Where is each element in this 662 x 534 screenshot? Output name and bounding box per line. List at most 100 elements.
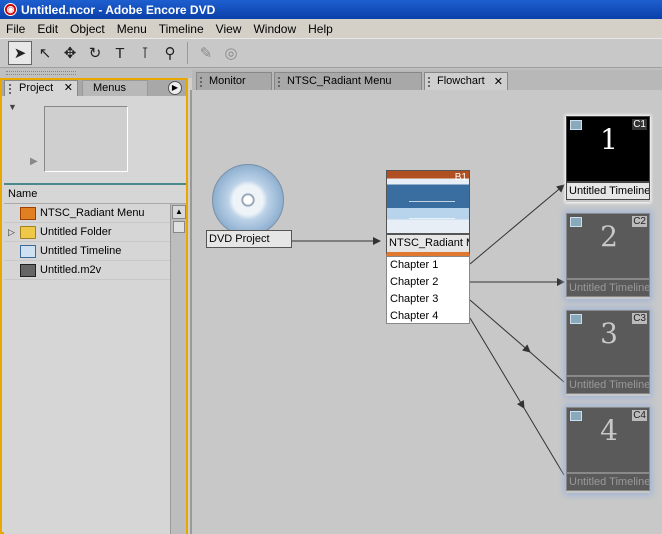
link-chapter3-to-timeline3 xyxy=(469,299,531,353)
tab-project[interactable]: Project ✕ xyxy=(4,80,78,96)
timeline-tag: C2 xyxy=(632,216,647,227)
dvd-project-node[interactable]: DVD Project xyxy=(206,162,292,252)
tab-flowchart-label: Flowchart xyxy=(437,75,485,87)
text-tool-icon[interactable]: T xyxy=(108,41,132,65)
project-panel-tabs: Project ✕ Menus ▶ xyxy=(2,80,186,96)
list-item[interactable]: Untitled Timeline xyxy=(4,242,170,261)
timeline-node-2[interactable]: 2 C2 Untitled Timeline xyxy=(566,213,650,299)
tab-menus[interactable]: Menus xyxy=(82,80,148,96)
title-bar: ◉ Untitled.ncor - Adobe Encore DVD xyxy=(0,0,662,19)
menu-thumbnail: B1 xyxy=(386,170,470,234)
panel-menu-icon[interactable]: ▶ xyxy=(168,81,182,95)
folder-icon xyxy=(20,225,36,239)
project-panel: Project ✕ Menus ▶ ▼ ▶ Name NTSC_Radiant … xyxy=(0,78,188,534)
tab-ntsc-radiant-menu-label: NTSC_Radiant Menu xyxy=(287,75,392,87)
tab-monitor-label: Monitor xyxy=(209,75,246,87)
timeline-tag: C4 xyxy=(632,410,647,421)
menu-bar: File Edit Object Menu Timeline View Wind… xyxy=(0,19,662,38)
tab-project-label: Project xyxy=(19,82,54,94)
tab-menus-label: Menus xyxy=(93,82,127,94)
timeline-icon xyxy=(20,244,36,258)
timeline-node-1[interactable]: 1 C1 Untitled Timeline xyxy=(566,116,650,202)
scroll-up-icon[interactable]: ▲ xyxy=(172,205,186,219)
vertical-scrollbar[interactable]: ▲ xyxy=(170,204,186,534)
editor-tabs: Monitor NTSC_Radiant Menu Flowchart ✕ xyxy=(192,70,662,90)
close-icon[interactable]: ✕ xyxy=(64,81,73,94)
list-item-label: Untitled Timeline xyxy=(40,245,122,257)
list-item[interactable]: NTSC_Radiant Menu xyxy=(4,204,170,223)
menu-icon xyxy=(20,206,36,220)
menu-window[interactable]: Window xyxy=(247,22,302,36)
flowchart-canvas[interactable]: DVD Project B1 NTSC_Radiant Menu Chapter… xyxy=(190,90,662,534)
link-chapter4-to-timeline4 xyxy=(469,317,525,409)
window-title: Untitled.ncor - Adobe Encore DVD xyxy=(21,2,216,17)
link-chapter1-to-timeline1 xyxy=(469,184,565,265)
timeline-label: Untitled Timeline xyxy=(566,473,650,491)
tab-grip-icon xyxy=(200,77,205,87)
menu-menu[interactable]: Menu xyxy=(111,22,153,36)
toolbar-separator xyxy=(187,42,188,64)
link-chapter4-tail xyxy=(523,407,565,476)
video-file-icon xyxy=(20,263,36,277)
encore-app-icon[interactable]: ◉ xyxy=(4,3,17,16)
list-item-label: NTSC_Radiant Menu xyxy=(40,207,145,219)
menu-tag: B1 xyxy=(454,172,467,183)
chapter-button-1[interactable]: Chapter 1 xyxy=(387,257,469,274)
menu-view[interactable]: View xyxy=(210,22,248,36)
collapse-triangle-icon[interactable]: ▼ xyxy=(8,102,17,112)
scroll-thumb[interactable] xyxy=(173,221,185,233)
link-chapter3-tail xyxy=(529,351,565,383)
tools-toolbar: ➤ ↖ ✥ ↻ T ⊺ ⚲ ✎ ◎ xyxy=(0,38,662,68)
menu-node-label: NTSC_Radiant Menu xyxy=(386,234,470,256)
tab-monitor[interactable]: Monitor xyxy=(196,72,272,90)
timeline-thumbnail: 3 C3 xyxy=(566,310,650,376)
menu-file[interactable]: File xyxy=(0,22,31,36)
tab-grip-icon xyxy=(428,77,433,87)
timeline-label: Untitled Timeline xyxy=(566,376,650,394)
menu-edit[interactable]: Edit xyxy=(31,22,64,36)
list-item-label: Untitled Folder xyxy=(40,226,112,238)
toolbar-grip[interactable] xyxy=(6,71,76,75)
list-item[interactable]: ▷ Untitled Folder xyxy=(4,223,170,242)
menu-object[interactable]: Object xyxy=(64,22,111,36)
timeline-label: Untitled Timeline xyxy=(566,279,650,297)
tab-flowchart[interactable]: Flowchart ✕ xyxy=(424,72,508,90)
selection-arrow-icon[interactable]: ➤ xyxy=(8,41,32,65)
tab-grip-icon xyxy=(9,84,15,94)
link-tool-icon[interactable]: ◎ xyxy=(219,41,243,65)
chapter-button-3[interactable]: Chapter 3 xyxy=(387,291,469,308)
column-header-name[interactable]: Name xyxy=(4,186,186,204)
project-item-list: NTSC_Radiant Menu ▷ Untitled Folder Unti… xyxy=(4,204,170,534)
timeline-node-4[interactable]: 4 C4 Untitled Timeline xyxy=(566,407,650,493)
move-tool-icon[interactable]: ✥ xyxy=(58,41,82,65)
expand-arrow-icon[interactable]: ▷ xyxy=(8,227,15,238)
play-icon[interactable]: ▶ xyxy=(30,156,38,167)
menu-help[interactable]: Help xyxy=(302,22,339,36)
timeline-tag: C1 xyxy=(632,119,647,130)
dvd-project-label: DVD Project xyxy=(206,230,292,248)
timeline-thumbnail: 1 C1 xyxy=(566,116,650,182)
zoom-tool-icon[interactable]: ⚲ xyxy=(158,41,182,65)
preview-divider[interactable] xyxy=(4,183,186,185)
vertical-text-tool-icon[interactable]: ⊺ xyxy=(133,41,157,65)
tab-ntsc-radiant-menu[interactable]: NTSC_Radiant Menu xyxy=(274,72,422,90)
project-preview-area: ▼ ▶ xyxy=(6,102,184,182)
timeline-label: Untitled Timeline xyxy=(566,182,650,200)
menu-timeline[interactable]: Timeline xyxy=(153,22,210,36)
dvd-disc-icon xyxy=(212,164,284,236)
chapter-button-2[interactable]: Chapter 2 xyxy=(387,274,469,291)
timeline-thumbnail: 2 C2 xyxy=(566,213,650,279)
menu-thumbnail-detail xyxy=(409,201,455,219)
preview-tool-icon[interactable]: ✎ xyxy=(194,41,218,65)
direct-select-arrow-icon[interactable]: ↖ xyxy=(33,41,57,65)
close-icon[interactable]: ✕ xyxy=(494,75,503,88)
rotate-tool-icon[interactable]: ↻ xyxy=(83,41,107,65)
menu-chapter-list: Chapter 1 Chapter 2 Chapter 3 Chapter 4 xyxy=(386,256,470,324)
list-item-label: Untitled.m2v xyxy=(40,264,102,276)
timeline-node-3[interactable]: 3 C3 Untitled Timeline xyxy=(566,310,650,396)
chapter-button-4[interactable]: Chapter 4 xyxy=(387,308,469,325)
menu-node[interactable]: B1 NTSC_Radiant Menu Chapter 1 Chapter 2… xyxy=(384,170,470,326)
preview-thumbnail xyxy=(44,106,128,172)
timeline-tag: C3 xyxy=(632,313,647,324)
list-item[interactable]: Untitled.m2v xyxy=(4,261,170,280)
